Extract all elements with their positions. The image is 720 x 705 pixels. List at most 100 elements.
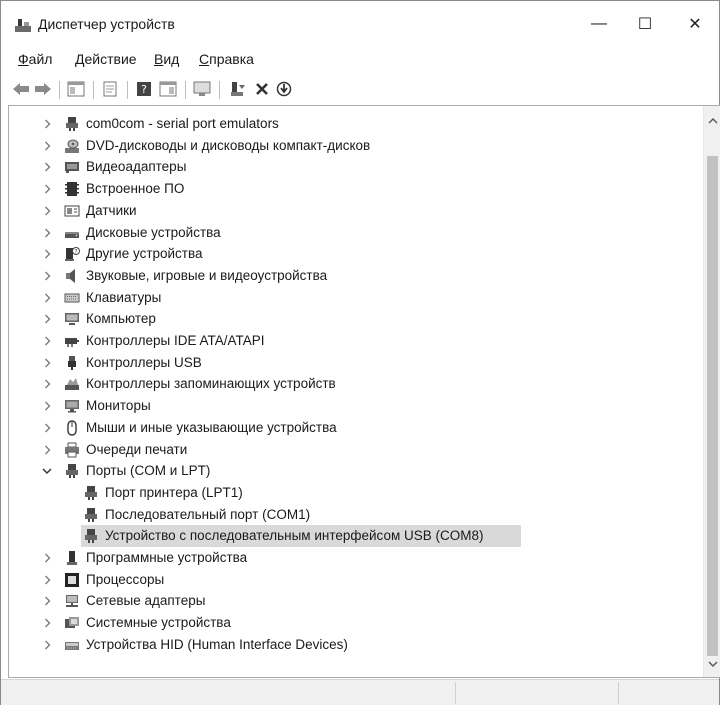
port-icon [64,463,80,479]
tree-category-item[interactable]: Встроенное ПО [9,178,704,200]
display-adapter-icon [64,159,80,175]
action-pane-button[interactable] [157,78,179,100]
status-bar [1,679,719,705]
close-button[interactable]: ✕ [672,1,718,47]
tree-category-item[interactable]: Системные устройства [9,612,704,634]
device-tree[interactable]: com0com - serial port emulators DVD-диско… [9,106,704,677]
chevron-right-icon[interactable] [41,612,53,634]
tree-item-label: Компьютер [86,311,156,327]
tree-category-item[interactable]: Звуковые, игровые и видеоустройства [9,265,704,287]
help-button[interactable]: ? [133,78,155,100]
chevron-right-icon[interactable] [41,547,53,569]
chevron-right-icon[interactable] [41,634,53,656]
maximize-button[interactable]: ☐ [622,1,668,47]
tree-category-item[interactable]: Контроллеры IDE ATA/ATAPI [9,330,704,352]
chevron-right-icon[interactable] [41,113,53,135]
processor-icon [64,572,80,588]
tree-category-item[interactable]: Дисковые устройства [9,222,704,244]
tree-category-item[interactable]: Программные устройства [9,547,704,569]
tree-category-item[interactable]: Устройства HID (Human Interface Devices) [9,634,704,656]
menu-file[interactable]: Файл [18,51,52,67]
window-title: Диспетчер устройств [38,16,175,32]
chevron-right-icon[interactable] [41,243,53,265]
chevron-right-icon[interactable] [41,156,53,178]
show-hide-console-tree-button[interactable] [65,78,87,100]
chevron-right-icon[interactable] [41,135,53,157]
tree-category-item[interactable]: Сетевые адаптеры [9,590,704,612]
toolbar: ? [1,75,719,105]
chevron-right-icon[interactable] [41,439,53,461]
tree-category-item[interactable]: Мыши и иные указывающие устройства [9,417,704,439]
menu-help[interactable]: Справка [199,51,254,67]
chevron-right-icon[interactable] [41,569,53,591]
tree-item-label: Последовательный порт (COM1) [105,506,311,522]
chevron-right-icon[interactable] [41,178,53,200]
sensor-icon [64,203,80,219]
tree-item-label: Мыши и иные указывающие устройства [86,419,337,435]
hid-icon [64,637,80,653]
tree-category-item[interactable]: Порты (COM и LPT) [9,460,704,482]
menu-action[interactable]: Действие [75,51,137,67]
tree-category-item[interactable]: com0com - serial port emulators [9,113,704,135]
scrollbar-thumb[interactable] [707,156,718,656]
tree-item-label: Датчики [86,202,137,218]
vertical-scrollbar[interactable] [703,106,720,677]
scroll-up-button[interactable] [704,112,720,129]
chevron-right-icon[interactable] [41,330,53,352]
menu-bar: Файл Действие Вид Справка [1,47,719,73]
download-driver-button[interactable] [273,78,295,100]
uninstall-device-button[interactable] [251,78,273,100]
forward-arrow-icon [35,83,51,95]
tree-category-item[interactable]: Контроллеры запоминающих устройств [9,373,704,395]
chevron-right-icon[interactable] [41,373,53,395]
chevron-right-icon[interactable] [41,308,53,330]
disk-icon [64,225,80,241]
ide-controller-icon [64,333,80,349]
title-bar[interactable]: Диспетчер устройств — ☐ ✕ [1,1,719,47]
maximize-icon: ☐ [637,16,653,33]
update-driver-button[interactable] [227,78,249,100]
tree-item-label: Другие устройства [86,246,203,262]
minimize-button[interactable]: — [576,1,622,47]
tree-category-item[interactable]: Компьютер [9,308,704,330]
svg-text:?: ? [74,248,77,255]
tree-category-item[interactable]: DVD-дисководы и дисководы компакт-дисков [9,135,704,157]
tree-child-item[interactable]: Порт принтера (LPT1) [9,482,704,504]
tree-child-item[interactable]: Устройство с последовательным интерфейсо… [9,525,704,548]
tree-category-item[interactable]: Мониторы [9,395,704,417]
chevron-right-icon[interactable] [41,265,53,287]
chevron-right-icon[interactable] [41,287,53,309]
scan-hardware-button[interactable] [191,78,213,100]
tree-category-item[interactable]: Видеоадаптеры [9,156,704,178]
back-arrow-icon [13,83,29,95]
properties-button[interactable] [99,78,121,100]
tree-category-item[interactable]: Процессоры [9,569,704,591]
forward-button[interactable] [32,78,54,100]
chevron-right-icon[interactable] [41,352,53,374]
scroll-down-button[interactable] [704,656,720,673]
tree-child-item[interactable]: Последовательный порт (COM1) [9,504,704,526]
chevron-right-icon[interactable] [41,417,53,439]
tree-category-item[interactable]: Контроллеры USB [9,352,704,374]
tree-category-item[interactable]: ? Другие устройства [9,243,704,265]
tree-category-item[interactable]: Очереди печати [9,439,704,461]
device-manager-window: Диспетчер устройств — ☐ ✕ Файл Действие … [0,0,720,705]
svg-text:?: ? [141,83,147,96]
chevron-right-icon[interactable] [41,395,53,417]
tree-item-label: Устройства HID (Human Interface Devices) [86,636,348,652]
update-driver-icon [231,82,245,96]
chevron-right-icon[interactable] [41,222,53,244]
tree-item-label: Контроллеры USB [86,354,202,370]
menu-view[interactable]: Вид [154,51,179,67]
back-button[interactable] [10,78,32,100]
device-tree-panel: com0com - serial port emulators DVD-диско… [8,105,720,678]
tree-category-item[interactable]: Клавиатуры [9,287,704,309]
chevron-right-icon[interactable] [41,590,53,612]
tree-category-item[interactable]: Датчики [9,200,704,222]
delete-x-icon [256,83,268,95]
chevron-right-icon[interactable] [41,200,53,222]
tree-item-label: Встроенное ПО [86,181,185,197]
monitor-icon [64,398,80,414]
storage-controller-icon [64,376,80,392]
chevron-down-icon[interactable] [41,460,53,482]
